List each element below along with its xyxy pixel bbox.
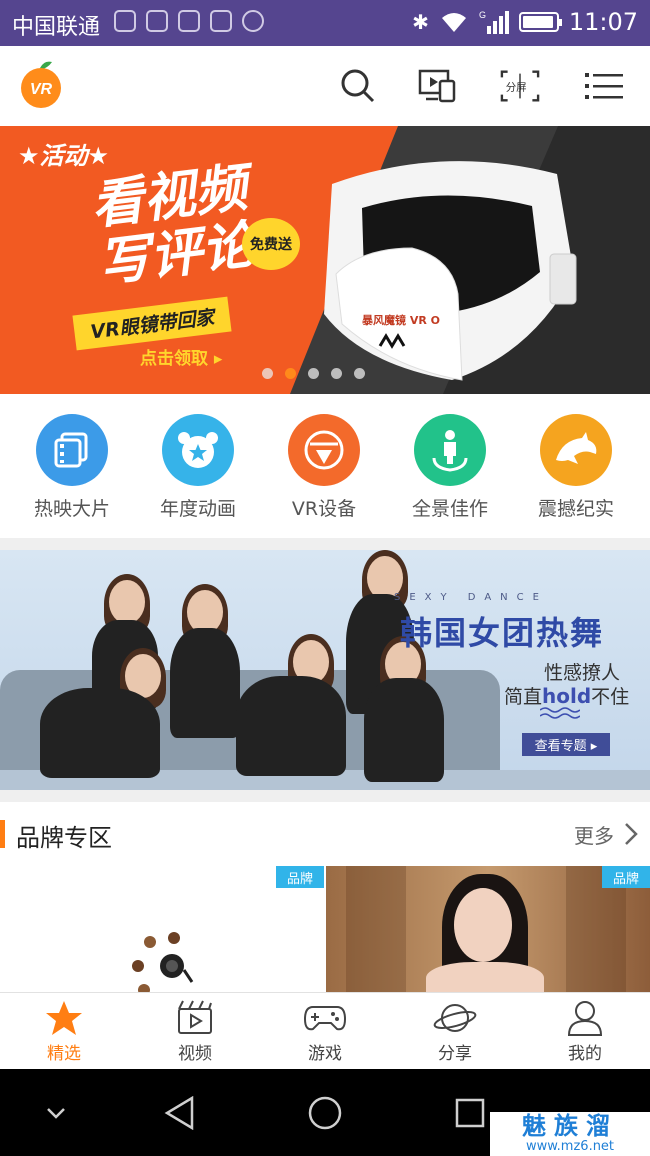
menu-list-icon[interactable] bbox=[584, 66, 624, 106]
gamepad-icon bbox=[303, 1006, 347, 1031]
svg-text:VR: VR bbox=[30, 81, 53, 98]
promo-en-text: SEXY DANCE bbox=[394, 592, 548, 603]
brand-cards: 品牌 品牌 bbox=[0, 866, 650, 992]
signal-icon: G bbox=[479, 10, 509, 34]
bluetooth-icon: ✱ bbox=[412, 10, 429, 34]
promo-title: 韩国女团热舞 bbox=[400, 614, 605, 652]
sim-icon bbox=[114, 10, 136, 32]
free-badge: 免费送 bbox=[242, 218, 300, 270]
cast-icon[interactable] bbox=[418, 66, 458, 106]
dolphin-icon bbox=[540, 414, 612, 486]
vr-logo[interactable]: VR bbox=[18, 60, 64, 108]
clock: 11:07 bbox=[568, 8, 638, 36]
category-panorama[interactable]: 全景佳作 bbox=[395, 414, 505, 521]
promo-line2: 简直hold不住 bbox=[504, 684, 630, 708]
home-icon[interactable] bbox=[305, 1093, 345, 1133]
nav-games[interactable]: 游戏 bbox=[280, 999, 370, 1064]
wifi-icon bbox=[439, 10, 469, 34]
category-documentary[interactable]: 震撼纪实 bbox=[521, 414, 631, 521]
star-icon bbox=[46, 1001, 82, 1035]
brand-card[interactable]: 品牌 bbox=[0, 866, 324, 992]
promo-line1: 性感撩人 bbox=[544, 662, 621, 684]
svg-text:分屏: 分屏 bbox=[506, 82, 527, 94]
vr-device-icon bbox=[288, 414, 360, 486]
carousel-dot[interactable] bbox=[308, 368, 319, 379]
banner-subline: VR眼镜带回家 bbox=[72, 296, 232, 351]
vr-headset-image: 暴风魔镜 VR O bbox=[324, 161, 577, 381]
bottom-navigation: 精选 视频 游戏 分享 我的 bbox=[0, 992, 650, 1069]
divider bbox=[0, 538, 650, 550]
app-bar: VR 分屏 bbox=[0, 46, 650, 126]
chevron-right-icon[interactable] bbox=[624, 822, 638, 846]
nav-video[interactable]: 视频 bbox=[150, 999, 240, 1064]
notification-icons bbox=[114, 10, 264, 32]
blocked-icon bbox=[242, 10, 264, 32]
status-bar: 中国联通 ✱ G 11:07 bbox=[0, 0, 650, 46]
more-link[interactable]: 更多 bbox=[574, 820, 614, 849]
carousel-dots[interactable] bbox=[262, 368, 365, 379]
panorama-icon bbox=[414, 414, 486, 486]
product-image bbox=[132, 932, 194, 992]
svg-text:暴风魔镜 VR O: 暴风魔镜 VR O bbox=[361, 313, 440, 327]
carrier-name: 中国联通 bbox=[12, 15, 101, 40]
chevron-down-icon[interactable] bbox=[36, 1093, 76, 1133]
activity-banner[interactable]: ★活动★ 看视频 写评论 免费送 VR眼镜带回家 点击领取 ▸ 暴风魔镜 VR … bbox=[0, 126, 650, 394]
planet-icon bbox=[433, 1004, 477, 1032]
bear-icon bbox=[162, 414, 234, 486]
wave-decoration bbox=[540, 707, 580, 719]
banner-tag: ★活动★ bbox=[18, 142, 110, 170]
nav-share[interactable]: 分享 bbox=[410, 999, 500, 1064]
brand-badge: 品牌 bbox=[276, 866, 324, 888]
split-screen-icon[interactable]: 分屏 bbox=[500, 66, 540, 106]
video-icon bbox=[178, 1000, 212, 1034]
svg-text:G: G bbox=[479, 10, 486, 20]
category-vr-device[interactable]: VR设备 bbox=[269, 414, 379, 521]
cleaner-icon bbox=[178, 10, 200, 32]
app-notification-icon bbox=[210, 10, 232, 32]
nav-me[interactable]: 我的 bbox=[540, 999, 630, 1064]
category-row: 热映大片 年度动画 VR设备 全景佳作 震撼纪实 bbox=[0, 394, 650, 538]
carousel-dot[interactable] bbox=[262, 368, 273, 379]
brand-section-header: 品牌专区 更多 bbox=[0, 802, 650, 866]
carousel-dot[interactable] bbox=[331, 368, 342, 379]
banner-cta[interactable]: 点击领取 ▸ bbox=[140, 344, 222, 369]
carousel-dot-active[interactable] bbox=[285, 368, 296, 379]
keyboard-icon bbox=[146, 10, 168, 32]
carousel-dot[interactable] bbox=[354, 368, 365, 379]
back-icon[interactable] bbox=[160, 1093, 200, 1133]
search-icon[interactable] bbox=[338, 66, 378, 106]
site-watermark: 魅族溜 www.mz6.net bbox=[490, 1112, 650, 1156]
nav-featured[interactable]: 精选 bbox=[19, 999, 109, 1064]
section-accent-bar bbox=[0, 820, 5, 848]
brand-badge: 品牌 bbox=[602, 866, 650, 888]
film-icon bbox=[36, 414, 108, 486]
divider bbox=[0, 790, 650, 802]
category-annual-animation[interactable]: 年度动画 bbox=[143, 414, 253, 521]
section-title: 品牌专区 bbox=[16, 824, 112, 852]
brand-card[interactable]: 品牌 bbox=[326, 866, 650, 992]
battery-icon bbox=[518, 12, 562, 32]
view-topic-button[interactable]: 查看专题 ▸ bbox=[522, 733, 610, 756]
category-hot-movies[interactable]: 热映大片 bbox=[17, 414, 127, 521]
recents-icon[interactable] bbox=[450, 1093, 490, 1133]
user-icon bbox=[567, 1001, 603, 1036]
kpop-dance-banner[interactable]: SEXY DANCE 韩国女团热舞 性感撩人 简直hold不住 查看专题 ▸ bbox=[0, 550, 650, 790]
banner-headline: 看视频 写评论 bbox=[87, 157, 258, 295]
